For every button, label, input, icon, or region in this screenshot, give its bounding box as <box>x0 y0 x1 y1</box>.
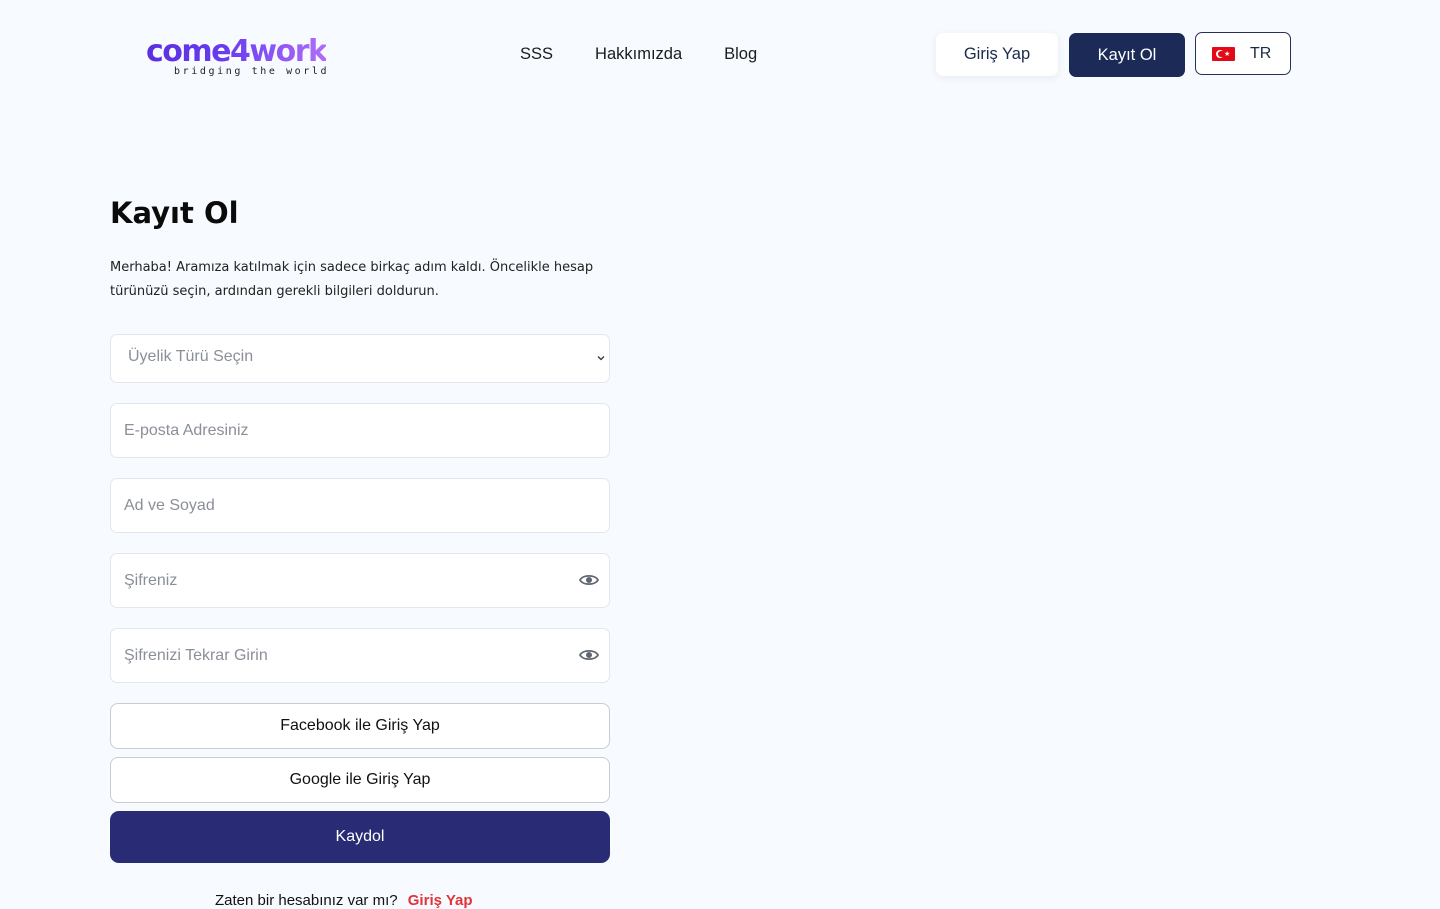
submit-button[interactable]: Kaydol <box>110 811 610 863</box>
register-button[interactable]: Kayıt Ol <box>1069 33 1185 77</box>
page-title: Kayıt Ol <box>110 196 239 230</box>
password-field[interactable] <box>111 554 609 607</box>
logo-text: come4work <box>146 34 328 69</box>
main-nav: SSS Hakkımızda Blog <box>520 44 799 64</box>
password-confirm-field[interactable] <box>111 629 609 682</box>
nav-link-about[interactable]: Hakkımızda <box>595 44 682 64</box>
chevron-down-icon <box>597 356 605 361</box>
membership-type-value: Üyelik Türü Seçin <box>128 348 254 365</box>
language-label: TR <box>1250 44 1272 62</box>
password-confirm-field-wrapper <box>110 628 610 683</box>
membership-type-select[interactable]: Üyelik Türü Seçin <box>110 334 610 383</box>
intro-text: Merhaba! Aramıza katılmak için sadece bi… <box>110 260 594 299</box>
email-field-wrapper <box>110 403 610 458</box>
language-selector[interactable]: ★ TR <box>1195 32 1291 75</box>
email-field[interactable] <box>111 404 609 457</box>
facebook-login-button[interactable]: Facebook ile Giriş Yap <box>110 703 610 749</box>
have-account-line: Zaten bir hesabınız var mı? Giriş Yap <box>215 892 473 909</box>
nav-link-sss[interactable]: SSS <box>520 44 553 64</box>
logo-tagline: bridging the world <box>174 66 330 77</box>
turkey-flag-icon: ★ <box>1212 46 1235 61</box>
eye-icon[interactable] <box>579 648 599 662</box>
fullname-field[interactable] <box>111 479 609 532</box>
eye-icon[interactable] <box>579 573 599 587</box>
have-account-text: Zaten bir hesabınız var mı? <box>215 892 398 909</box>
nav-link-blog[interactable]: Blog <box>724 44 757 64</box>
login-link[interactable]: Giriş Yap <box>408 892 473 909</box>
fullname-field-wrapper <box>110 478 610 533</box>
google-login-button[interactable]: Google ile Giriş Yap <box>110 757 610 803</box>
login-button[interactable]: Giriş Yap <box>936 33 1058 76</box>
password-field-wrapper <box>110 553 610 608</box>
logo[interactable]: come4work bridging the world <box>146 36 346 80</box>
